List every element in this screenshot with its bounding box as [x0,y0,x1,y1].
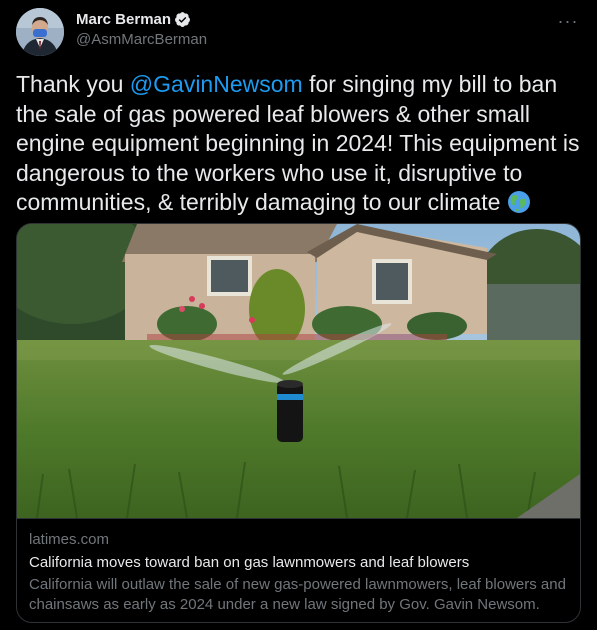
avatar-image [16,8,64,56]
author-name[interactable]: Marc Berman [76,11,171,28]
card-divider [17,518,580,519]
verified-badge-icon [174,11,191,28]
tweet-text-start: Thank you [16,71,130,97]
author-info[interactable]: Marc Berman @AsmMarcBerman [76,9,207,49]
link-card[interactable]: latimes.com California moves toward ban … [16,223,581,623]
card-domain: latimes.com [29,531,110,548]
card-title: California moves toward ban on gas lawnm… [29,554,470,571]
globe-emoji-icon [507,190,531,214]
avatar[interactable] [16,8,64,56]
more-options-icon[interactable]: ··· [555,8,581,34]
card-image [17,224,580,519]
tweet-text: Thank you @GavinNewsom for singing my bi… [16,70,582,218]
card-description: California will outlaw the sale of new g… [29,576,566,613]
mention-link[interactable]: @GavinNewsom [130,71,303,97]
card-meta: latimes.com California moves toward ban … [29,530,568,615]
author-handle[interactable]: @AsmMarcBerman [76,31,207,48]
author-name-row: Marc Berman [76,9,207,29]
